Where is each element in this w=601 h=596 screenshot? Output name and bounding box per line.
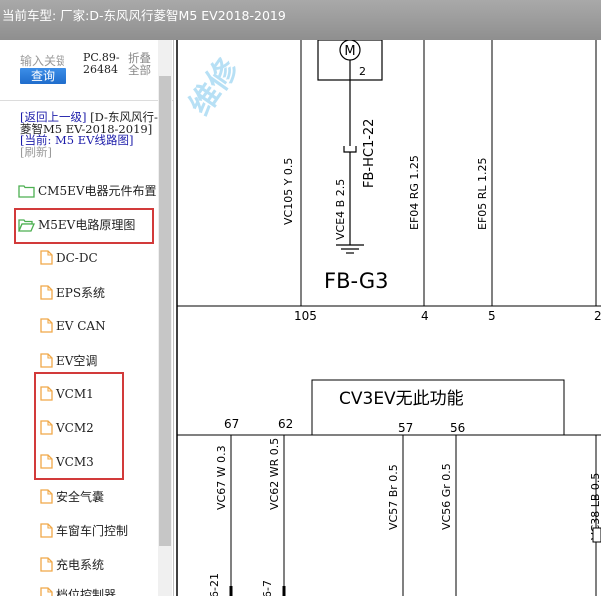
motor-symbol: M: [344, 44, 355, 59]
sidebar: 查询 PC.89-26484 折叠全部 [返回上一级] [D-东风风行-菱智M5…: [0, 40, 174, 596]
connector-label: 26-7: [261, 580, 274, 596]
pin-number: 67: [224, 417, 239, 431]
tree-folder-cm5ev[interactable]: CM5EV电器元件布置: [18, 182, 157, 202]
connector-label: 26-21: [208, 573, 221, 596]
pin-number: 2: [594, 309, 601, 323]
file-icon: [40, 353, 53, 368]
pin-number: 56: [450, 421, 465, 435]
tree-folder-label: CM5EV电器元件布置: [38, 184, 157, 198]
pin-number: 57: [398, 421, 413, 435]
pin-number: 62: [278, 417, 293, 431]
tree-file-gear-controller[interactable]: 档位控制器: [40, 586, 116, 596]
divider: [0, 100, 173, 101]
wire-code: VCE4 B 2.5: [334, 179, 347, 240]
scrollbar-thumb[interactable]: [159, 76, 171, 546]
window-title: 当前车型: 厂家:D-东风风行菱智M5 EV2018-2019: [2, 8, 286, 23]
tree-file-window-door[interactable]: 车窗车门控制: [40, 522, 128, 542]
folder-icon: [18, 184, 35, 198]
search-input[interactable]: [20, 54, 64, 68]
connector-symbol: [343, 146, 357, 153]
file-icon: [40, 489, 53, 504]
tree-file-label: 充电系统: [56, 558, 105, 572]
tree-file-label: 安全气囊: [56, 490, 105, 504]
connector-label: FB-HC1-22: [362, 119, 377, 188]
tree-file-label: EV CAN: [56, 318, 106, 333]
tree-file-label: 车窗车门控制: [56, 524, 129, 538]
tree-file-ev-ac[interactable]: EV空调: [40, 352, 97, 372]
tree-file-ev-can[interactable]: EV CAN: [40, 318, 106, 338]
connector-block: [592, 527, 601, 543]
tree-file-label: DC-DC: [56, 250, 98, 265]
tree-file-airbag[interactable]: 安全气囊: [40, 488, 104, 508]
tree-file-label: 档位控制器: [56, 588, 117, 596]
tree-file-label: EPS系统: [56, 286, 106, 300]
highlight-box: [34, 372, 124, 480]
unsupported-label: CV3EV无此功能: [339, 389, 464, 409]
breadcrumb: [返回上一级] [D-东风风行-菱智M5 EV-2018-2019] [当前: …: [20, 111, 166, 159]
wire-code: EF04 RG 1.25: [408, 155, 421, 230]
title-bar: 当前车型: 厂家:D-东风风行菱智M5 EV2018-2019: [0, 0, 601, 40]
fold-all-button[interactable]: 折叠全部: [128, 52, 158, 76]
search-button[interactable]: 查询: [20, 68, 66, 84]
wire-code: VC105 Y 0.5: [282, 158, 295, 225]
tree-file-charging[interactable]: 充电系统: [40, 556, 104, 576]
tree-file-label: EV空调: [56, 354, 98, 368]
pin-number: 4: [421, 309, 429, 323]
file-icon: [40, 250, 53, 265]
tree-file-eps[interactable]: EPS系统: [40, 284, 105, 304]
watermark: 维修: [183, 52, 247, 122]
pin-number: 105: [294, 309, 317, 323]
wiring-diagram[interactable]: 维修 M 2 FB-G3 FB-HC1-22 VC105 Y 0.5 VCE4 …: [174, 40, 601, 596]
wire-code: VC67 W 0.3: [215, 445, 228, 510]
file-icon: [40, 285, 53, 300]
file-icon: [40, 557, 53, 572]
refresh-link[interactable]: [刷新]: [20, 145, 52, 159]
wire-code: VC56 Gr 0.5: [440, 463, 453, 530]
file-icon: [40, 587, 53, 596]
file-icon: [40, 523, 53, 538]
pin-number: 5: [488, 309, 496, 323]
wire-code: VC62 WR 0.5: [268, 438, 281, 510]
wiring-diagram-svg: 维修 M 2 FB-G3 FB-HC1-22 VC105 Y 0.5 VCE4 …: [176, 40, 601, 596]
pc-code: PC.89-26484: [83, 51, 120, 76]
motor-pin: 2: [359, 65, 366, 78]
tree-file-dc-dc[interactable]: DC-DC: [40, 250, 98, 270]
ground-label: FB-G3: [324, 269, 388, 293]
current-link[interactable]: M5 EV线路图]: [55, 133, 133, 147]
file-icon: [40, 318, 53, 333]
wire-code: VC57 Br 0.5: [387, 464, 400, 530]
wire-code: EF05 RL 1.25: [476, 157, 489, 230]
highlight-box: [14, 208, 154, 244]
